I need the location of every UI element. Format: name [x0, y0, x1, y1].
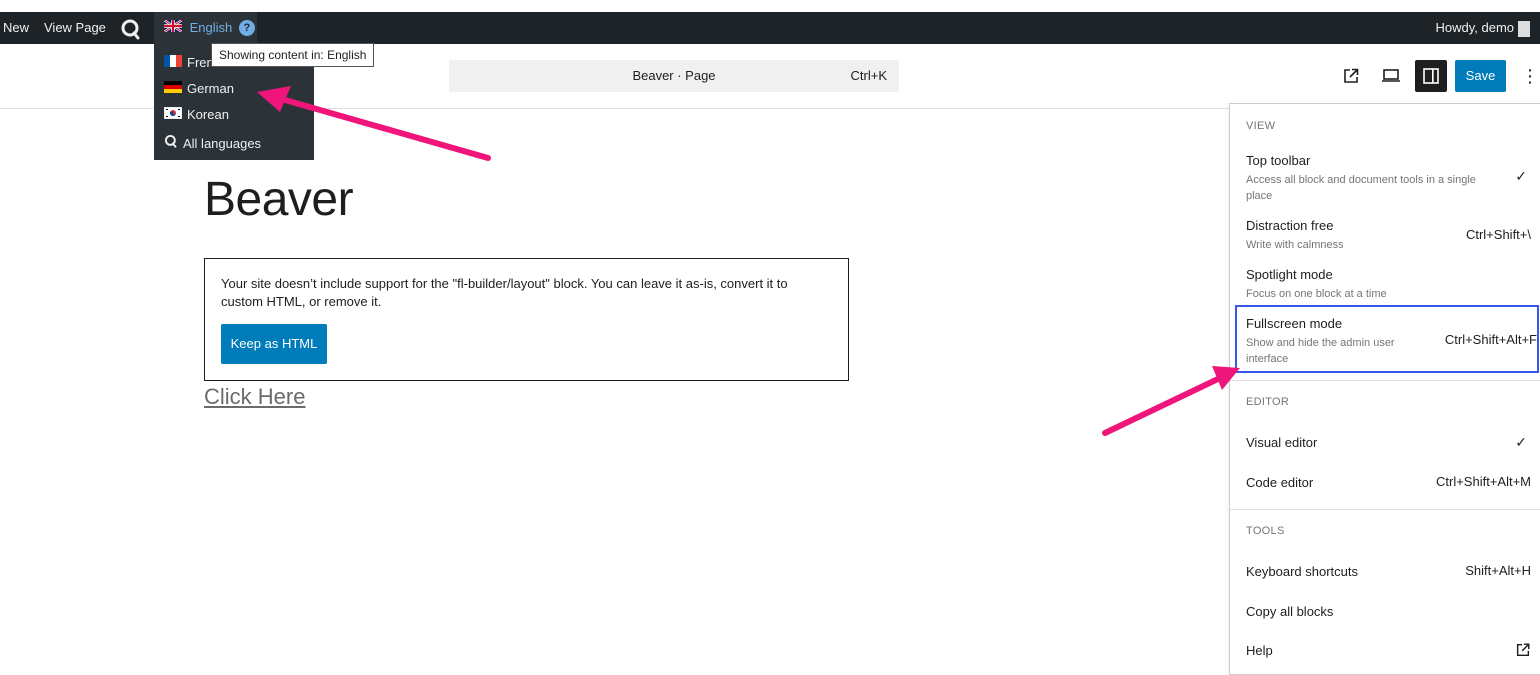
admin-new-link[interactable]: New: [3, 12, 29, 44]
language-item-all[interactable]: All languages: [164, 133, 261, 155]
keep-as-html-button[interactable]: Keep as HTML: [221, 324, 327, 364]
menu-item-label: Help: [1246, 643, 1273, 658]
device-preview-button[interactable]: [1375, 60, 1407, 92]
language-tooltip: Showing content in: English: [211, 43, 375, 67]
menu-item-shortcut: Ctrl+Shift+Alt+M: [1435, 474, 1531, 489]
editor-section-label: Editor: [1246, 396, 1290, 408]
admin-bar: New View Page English ? Howdy, demo: [0, 12, 1540, 44]
command-shortcut: Ctrl+K: [850, 68, 887, 83]
translation-plugin-icon: [164, 133, 178, 155]
laptop-icon: [1382, 69, 1400, 82]
current-language-label: English: [189, 20, 233, 35]
external-link-icon: [1515, 642, 1531, 663]
avatar: [1518, 20, 1530, 37]
france-flag-icon: [164, 52, 182, 74]
menu-item-description: Show and hide the admin user interface: [1246, 337, 1395, 365]
checkmark-icon: ✓: [1515, 434, 1527, 450]
settings-sidebar-toggle[interactable]: [1415, 60, 1447, 92]
all-languages-label: All languages: [183, 136, 262, 151]
checkmark-icon: ✓: [1515, 168, 1527, 184]
view-post-external-button[interactable]: [1335, 60, 1367, 92]
save-button[interactable]: Save: [1455, 60, 1506, 92]
uk-flag-icon: [163, 12, 183, 44]
language-item-korean[interactable]: Korean: [163, 104, 229, 126]
help-icon[interactable]: ?: [238, 19, 255, 36]
menu-divider: [1230, 509, 1540, 510]
missing-block-message: Your site doesn’t include support for th…: [221, 276, 788, 309]
language-item-label: Korean: [187, 107, 229, 122]
menu-item-shortcut: Ctrl+Shift+\: [1465, 227, 1531, 242]
admin-view-page-link[interactable]: View Page: [44, 12, 106, 44]
language-item-german[interactable]: German: [164, 78, 234, 100]
menu-item-spotlight-mode[interactable]: Spotlight mode Focus on one block at a t…: [1246, 266, 1531, 302]
options-menu-button[interactable]: ⋮: [1520, 60, 1540, 92]
menu-item-help[interactable]: Help: [1246, 642, 1531, 660]
command-palette-bar[interactable]: Beaver · Page Ctrl+K: [449, 60, 899, 92]
germany-flag-icon: [164, 78, 182, 100]
menu-item-shortcut: Ctrl+Shift+Alt+F: [1444, 332, 1537, 347]
menu-item-label: Fullscreen mode: [1246, 316, 1343, 331]
missing-block-warning[interactable]: Your site doesn’t include support for th…: [204, 258, 849, 381]
menu-item-label: Copy all blocks: [1246, 604, 1334, 619]
tools-section-label: Tools: [1246, 525, 1285, 537]
menu-item-fullscreen-mode[interactable]: Fullscreen mode Show and hide the admin …: [1235, 305, 1539, 373]
korea-flag-icon: [163, 104, 183, 126]
document-title: Beaver · Page: [632, 68, 716, 83]
menu-item-label: Visual editor: [1246, 435, 1318, 450]
menu-item-label: Top toolbar: [1246, 153, 1311, 168]
menu-item-description: Access all block and document tools in a…: [1246, 174, 1476, 202]
menu-item-code-editor[interactable]: Code editor Ctrl+Shift+Alt+M: [1246, 474, 1531, 492]
sidebar-icon: [1423, 68, 1439, 84]
language-item-label: German: [187, 81, 234, 96]
options-dropdown: View Top toolbar Access all block and do…: [1229, 103, 1540, 675]
menu-item-top-toolbar[interactable]: Top toolbar Access all block and documen…: [1246, 152, 1531, 204]
menu-item-description: Write with calmness: [1246, 239, 1344, 251]
howdy-label: Howdy, demo: [1435, 20, 1514, 35]
menu-item-shortcut: Shift+Alt+H: [1465, 563, 1531, 578]
menu-item-visual-editor[interactable]: Visual editor ✓: [1246, 434, 1531, 452]
admin-language-switcher[interactable]: English ?: [154, 12, 257, 44]
external-link-icon: [1344, 68, 1359, 83]
click-here-link[interactable]: Click Here: [204, 384, 305, 410]
menu-item-distraction-free[interactable]: Distraction free Write with calmness Ctr…: [1246, 217, 1531, 253]
post-title[interactable]: Beaver: [204, 172, 354, 227]
menu-item-description: Focus on one block at a time: [1246, 288, 1387, 300]
menu-item-label: Spotlight mode: [1246, 267, 1333, 282]
admin-account-menu[interactable]: Howdy, demo: [1435, 12, 1530, 44]
menu-item-copy-all-blocks[interactable]: Copy all blocks: [1246, 603, 1531, 621]
menu-divider: [1230, 380, 1540, 381]
view-section-label: View: [1246, 120, 1276, 132]
annotation-arrow-fullscreen: [1102, 366, 1240, 436]
menu-item-keyboard-shortcuts[interactable]: Keyboard shortcuts Shift+Alt+H: [1246, 563, 1531, 581]
